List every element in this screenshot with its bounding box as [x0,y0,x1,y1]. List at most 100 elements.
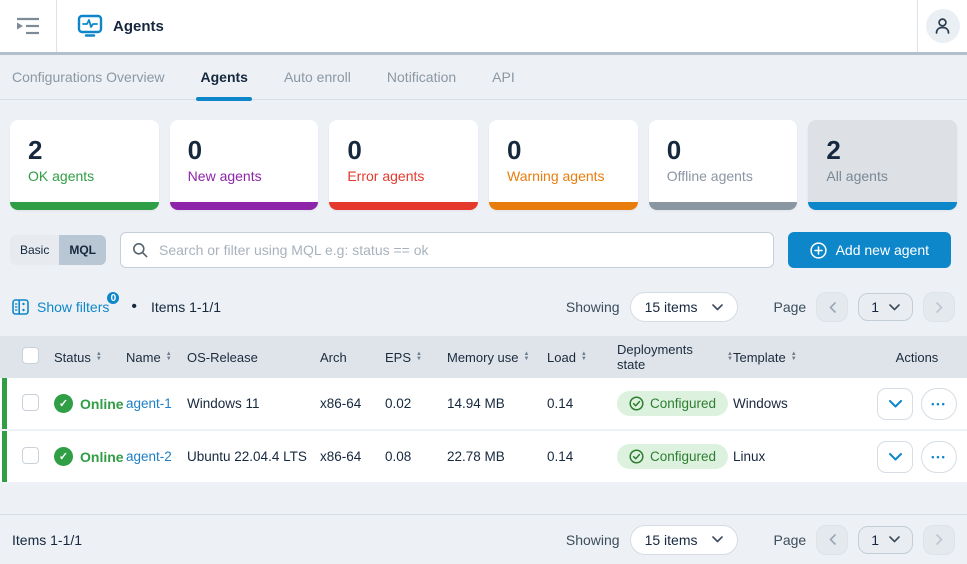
more-actions-button[interactable]: ••• [921,388,957,420]
agent-name-link[interactable]: agent-2 [126,449,172,464]
check-circle-icon [629,449,644,464]
eps-cell: 0.08 [385,449,447,464]
tab-agents[interactable]: Agents [201,55,248,99]
sort-icon[interactable]: ▲▼ [791,352,797,362]
chevron-down-icon [889,453,902,461]
sidebar-toggle-icon [16,17,40,35]
add-new-agent-button[interactable]: Add new agent [788,232,951,268]
previous-page-button[interactable] [816,292,848,322]
column-header-deployments-state[interactable]: Deployments state ▲▼ [617,342,733,372]
stat-card-new-agents[interactable]: 0 New agents [170,120,319,210]
column-header-memory-use[interactable]: Memory use ▲▼ [447,350,547,365]
next-page-button[interactable] [923,525,955,555]
items-per-page-select[interactable]: 15 items [630,292,738,322]
memory-use-cell: 22.78 MB [447,449,547,464]
sort-icon[interactable]: ▲▼ [416,352,422,362]
stat-card-warning-agents[interactable]: 0 Warning agents [489,120,638,210]
row-checkbox[interactable] [22,447,39,464]
stat-color-bar [808,202,957,210]
column-header-actions: Actions [877,350,967,365]
search-row: Basic MQL Add new agent [0,210,967,268]
page-title: Agents [113,18,164,35]
stat-card-offline-agents[interactable]: 0 Offline agents [649,120,798,210]
app-title-area: Agents [57,0,917,52]
more-actions-button[interactable]: ••• [921,441,957,473]
stat-label: OK agents [28,168,159,184]
tab-api[interactable]: API [492,55,515,99]
table-row-agent-2: ✓ Online agent-2 Ubuntu 22.04.4 LTS x86-… [0,431,967,484]
stat-color-bar [489,202,638,210]
column-header-eps[interactable]: EPS ▲▼ [385,350,447,365]
user-avatar-button[interactable] [926,9,960,43]
stat-card-ok-agents[interactable]: 2 OK agents [10,120,159,210]
current-page-value: 1 [871,532,879,548]
stat-label: Error agents [347,168,478,184]
sort-icon[interactable]: ▲▼ [524,352,530,362]
actions-cell: ••• [877,441,967,473]
stat-value: 0 [667,136,798,164]
sort-icon[interactable]: ▲▼ [166,352,172,362]
page-number-select[interactable]: 1 [858,293,913,321]
page-number-select[interactable]: 1 [858,526,913,554]
status-ok-icon: ✓ [54,394,73,413]
deployment-state-cell: Configured [617,444,733,469]
status-text: Online [80,449,124,465]
search-input[interactable] [120,232,774,268]
stat-card-error-agents[interactable]: 0 Error agents [329,120,478,210]
mql-mode-button[interactable]: MQL [59,235,106,265]
column-header-name[interactable]: Name ▲▼ [126,350,187,365]
expand-row-button[interactable] [877,388,913,420]
column-header-load[interactable]: Load ▲▼ [547,350,617,365]
agent-name-link[interactable]: agent-1 [126,396,172,411]
stat-color-bar [649,202,798,210]
arch-cell: x86-64 [320,396,385,411]
stat-color-bar [10,202,159,210]
row-checkbox[interactable] [22,394,39,411]
previous-page-button[interactable] [816,525,848,555]
column-header-status[interactable]: Status ▲▼ [54,350,126,365]
sort-icon[interactable]: ▲▼ [96,352,102,362]
agents-monitor-icon [77,14,103,38]
show-filters-button[interactable]: Show filters 0 [12,299,109,315]
showing-label: Showing [566,299,620,315]
configured-badge: Configured [617,444,728,469]
sort-icon[interactable]: ▲▼ [581,352,587,362]
column-header-arch: Arch [320,350,385,365]
showing-label: Showing [566,532,620,548]
memory-use-cell: 14.94 MB [447,396,547,411]
chevron-right-icon [936,302,943,313]
current-page-value: 1 [871,299,879,315]
next-page-button[interactable] [923,292,955,322]
os-release-cell: Ubuntu 22.04.4 LTS [187,449,320,464]
items-count-text: Items 1-1/1 [12,532,82,548]
column-header-template[interactable]: Template ▲▼ [733,350,877,365]
items-per-page-select[interactable]: 15 items [630,525,738,555]
show-filters-label: Show filters [37,299,109,315]
basic-mode-button[interactable]: Basic [10,235,59,265]
search-mode-toggle: Basic MQL [10,235,106,265]
chevron-right-icon [936,534,943,545]
os-release-cell: Windows 11 [187,396,320,411]
tab-auto-enroll[interactable]: Auto enroll [284,55,351,99]
check-circle-icon [629,396,644,411]
chevron-down-icon [712,304,723,311]
status-stripe [2,378,7,429]
stat-card-all-agents[interactable]: 2 All agents [808,120,957,210]
plus-circle-icon [810,242,827,259]
select-all-checkbox[interactable] [22,347,39,364]
sidebar-toggle-button[interactable] [0,0,57,52]
table-header-row: Status ▲▼ Name ▲▼ OS-Release Arch EPS ▲▼… [0,336,967,378]
items-count-text: Items 1-1/1 [151,299,221,315]
stat-label: New agents [188,168,319,184]
page-label: Page [774,299,807,315]
expand-row-button[interactable] [877,441,913,473]
actions-cell: ••• [877,388,967,420]
page-label: Page [774,532,807,548]
configured-badge: Configured [617,391,728,416]
tab-notification[interactable]: Notification [387,55,456,99]
template-cell: Linux [733,449,877,464]
tab-configurations-overview[interactable]: Configurations Overview [12,55,165,99]
ellipsis-icon: ••• [931,452,946,462]
stat-color-bar [329,202,478,210]
load-cell: 0.14 [547,449,617,464]
